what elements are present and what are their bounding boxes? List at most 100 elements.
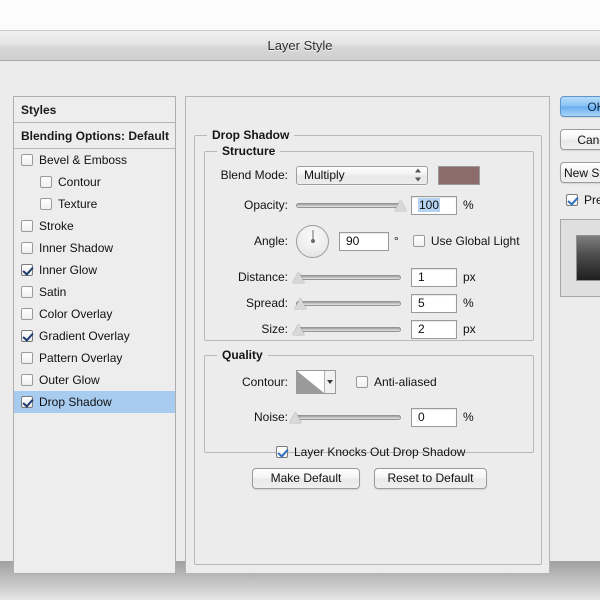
- preview-check-box[interactable]: [566, 194, 578, 206]
- distance-unit: px: [463, 270, 476, 284]
- use-global-light-checkbox[interactable]: Use Global Light: [412, 234, 520, 248]
- size-input[interactable]: 2: [411, 319, 457, 339]
- style-row-label: Stroke: [39, 219, 74, 233]
- style-checkbox[interactable]: [21, 396, 33, 408]
- style-row-satin[interactable]: Satin: [14, 281, 175, 303]
- style-checkbox[interactable]: [21, 286, 33, 298]
- style-row-outer-glow[interactable]: Outer Glow: [14, 369, 175, 391]
- noise-row: Noise: 0 %: [204, 407, 534, 427]
- anti-aliased-checkbox[interactable]: Anti-aliased: [356, 375, 437, 389]
- style-row-label: Pattern Overlay: [39, 351, 123, 365]
- style-row-label: Satin: [39, 285, 67, 299]
- angle-row: Angle: 90 ° Use Global Light: [204, 224, 534, 258]
- preview-checkbox[interactable]: Preview: [566, 193, 600, 207]
- style-checkbox[interactable]: [21, 330, 33, 342]
- style-checkbox[interactable]: [40, 198, 52, 210]
- window-title: Layer Style: [267, 38, 333, 53]
- shadow-color-swatch[interactable]: [438, 165, 480, 185]
- size-slider-track: [296, 327, 401, 332]
- style-row-gradient-overlay[interactable]: Gradient Overlay: [14, 325, 175, 347]
- style-row-color-overlay[interactable]: Color Overlay: [14, 303, 175, 325]
- distance-slider-thumb[interactable]: [293, 272, 306, 283]
- size-row: Size: 2 px: [204, 319, 534, 339]
- angle-dial[interactable]: [296, 224, 329, 258]
- style-row-label: Color Overlay: [39, 307, 113, 321]
- style-checkbox[interactable]: [21, 352, 33, 364]
- new-style-button[interactable]: New Style...: [560, 162, 600, 183]
- anti-aliased-check-box[interactable]: [356, 376, 368, 388]
- spread-label: Spread:: [245, 296, 288, 310]
- opacity-input[interactable]: 100: [411, 195, 457, 215]
- contour-curve-icon: [297, 371, 324, 393]
- layer-knocks-out-checkbox[interactable]: Layer Knocks Out Drop Shadow: [276, 445, 465, 459]
- ok-button[interactable]: OK: [560, 96, 600, 117]
- default-buttons-row: Make Default Reset to Default: [252, 467, 487, 489]
- blend-mode-label: Blend Mode:: [220, 168, 288, 182]
- use-global-light-check-box[interactable]: [412, 235, 425, 247]
- opacity-label: Opacity:: [243, 198, 288, 212]
- blend-mode-row: Blend Mode: Multiply: [204, 165, 534, 185]
- angle-label: Angle:: [253, 234, 288, 248]
- noise-slider[interactable]: [296, 409, 401, 425]
- styles-list: Bevel & Emboss Contour Texture Stroke Inner …: [14, 149, 175, 413]
- distance-value: 1: [418, 270, 425, 284]
- spread-slider-track: [296, 301, 401, 306]
- style-row-label: Gradient Overlay: [39, 329, 130, 343]
- structure-group-title: Structure: [217, 144, 281, 158]
- reset-to-default-button[interactable]: Reset to Default: [374, 467, 487, 489]
- blending-options-row[interactable]: Blending Options: Default: [14, 123, 175, 149]
- contour-preset-picker[interactable]: [296, 370, 336, 394]
- spread-slider[interactable]: [296, 295, 401, 311]
- noise-label: Noise:: [253, 410, 288, 424]
- style-checkbox[interactable]: [21, 220, 33, 232]
- spread-slider-thumb[interactable]: [295, 298, 308, 309]
- size-slider[interactable]: [296, 321, 401, 337]
- layer-knocks-out-label: Layer Knocks Out Drop Shadow: [294, 445, 466, 459]
- style-checkbox[interactable]: [21, 374, 33, 386]
- noise-slider-thumb[interactable]: [290, 412, 303, 423]
- size-slider-thumb[interactable]: [293, 324, 306, 335]
- size-label: Size:: [261, 322, 288, 336]
- styles-panel: Styles Blending Options: Default Bevel &…: [13, 96, 176, 574]
- dialog-titlebar[interactable]: Layer Style: [0, 31, 600, 61]
- opacity-row: Opacity: 100 %: [204, 195, 534, 215]
- style-row-stroke[interactable]: Stroke: [14, 215, 175, 237]
- spread-row: Spread: 5 %: [204, 293, 534, 313]
- angle-input[interactable]: 90: [339, 231, 389, 251]
- distance-slider-track: [296, 275, 401, 280]
- style-checkbox[interactable]: [21, 154, 33, 166]
- style-checkbox[interactable]: [21, 242, 33, 254]
- style-row-label: Inner Shadow: [39, 241, 114, 255]
- distance-slider[interactable]: [296, 269, 401, 285]
- style-row-label: Inner Glow: [39, 263, 98, 277]
- blend-mode-select[interactable]: Multiply: [296, 165, 428, 185]
- noise-input[interactable]: 0: [411, 407, 457, 427]
- distance-input[interactable]: 1: [411, 267, 457, 287]
- style-row-pattern-overlay[interactable]: Pattern Overlay: [14, 347, 175, 369]
- make-default-button[interactable]: Make Default: [252, 467, 360, 489]
- style-checkbox[interactable]: [21, 308, 33, 320]
- cancel-button[interactable]: Cancel: [560, 129, 600, 150]
- style-row-drop-shadow[interactable]: Drop Shadow: [14, 391, 175, 413]
- contour-label: Contour:: [241, 375, 288, 389]
- opacity-slider-thumb[interactable]: [395, 200, 408, 211]
- use-global-light-label: Use Global Light: [430, 234, 520, 248]
- spread-input[interactable]: 5: [411, 293, 457, 313]
- layer-knocks-out-check-box[interactable]: [276, 446, 288, 458]
- style-row-inner-shadow[interactable]: Inner Shadow: [14, 237, 175, 259]
- chevron-down-icon[interactable]: [324, 371, 335, 393]
- style-checkbox[interactable]: [40, 176, 52, 188]
- style-row-contour[interactable]: Contour: [14, 171, 175, 193]
- style-checkbox[interactable]: [21, 264, 33, 276]
- opacity-unit: %: [463, 198, 474, 212]
- actions-panel: OK Cancel New Style... Preview: [560, 96, 600, 297]
- screen: Layer Style Styles Blending Options: Def…: [0, 0, 600, 600]
- opacity-slider[interactable]: [296, 197, 401, 213]
- style-row-bevel-emboss[interactable]: Bevel & Emboss: [14, 149, 175, 171]
- preview-thumbnail: [560, 219, 600, 297]
- noise-value: 0: [418, 410, 425, 424]
- style-row-label: Drop Shadow: [39, 395, 112, 409]
- size-value: 2: [418, 322, 425, 336]
- style-row-inner-glow[interactable]: Inner Glow: [14, 259, 175, 281]
- style-row-texture[interactable]: Texture: [14, 193, 175, 215]
